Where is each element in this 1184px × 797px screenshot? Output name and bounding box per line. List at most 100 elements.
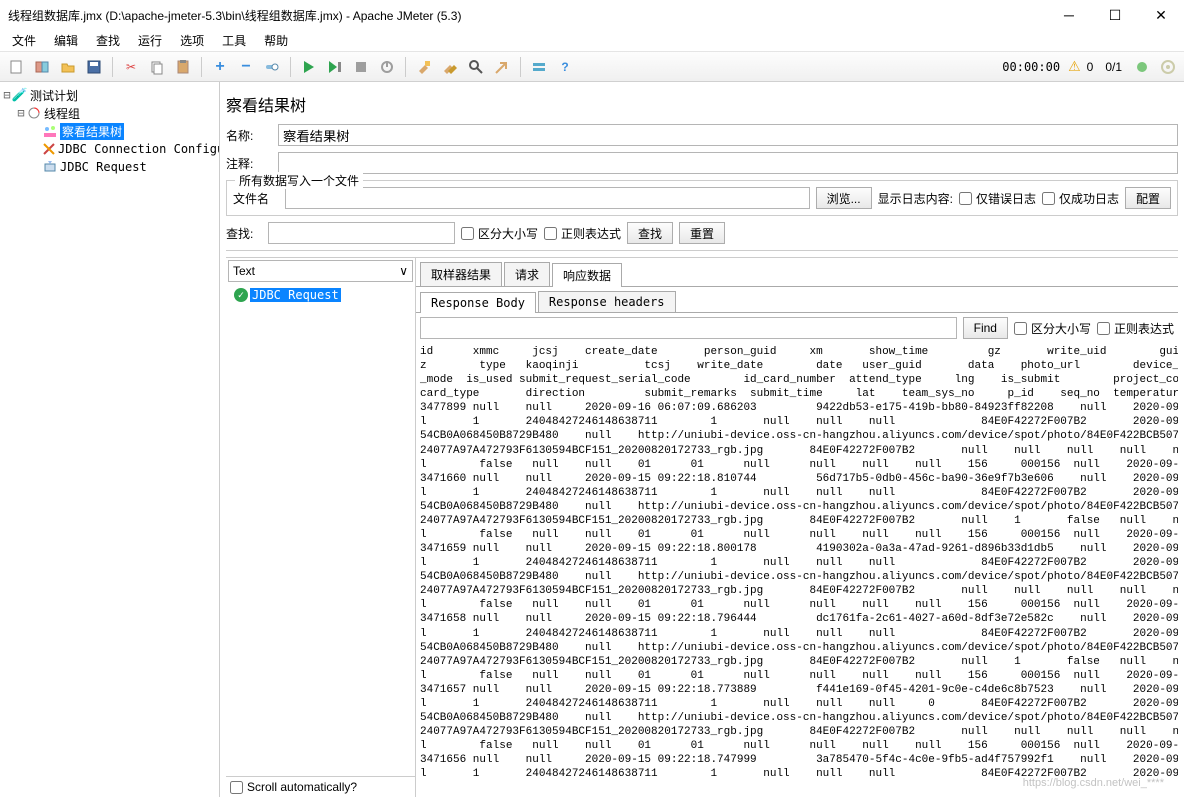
start-no-pause-button[interactable] [323, 55, 347, 79]
elapsed-timer: 00:00:00 [996, 58, 1066, 76]
name-input[interactable] [278, 124, 1178, 146]
tab-response-data[interactable]: 响应数据 [552, 263, 622, 287]
find-input[interactable] [420, 317, 957, 339]
file-output-group: 所有数据写入一个文件 文件名 浏览... 显示日志内容: 仅错误日志 仅成功日志… [226, 180, 1178, 216]
menu-find[interactable]: 查找 [88, 30, 128, 51]
menubar: 文件 编辑 查找 运行 选项 工具 帮助 [0, 30, 1184, 52]
chevron-down-icon: ∨ [399, 264, 408, 278]
response-body-text[interactable]: id xmmc jcsj create_date person_guid xm … [416, 343, 1178, 797]
cut-button[interactable]: ✂ [119, 55, 143, 79]
comment-label: 注释: [226, 155, 272, 172]
warning-icon[interactable]: ⚠ [1068, 58, 1081, 75]
result-list[interactable]: ✓ JDBC Request [226, 284, 415, 776]
tree-jdbc-connection[interactable]: JDBC Connection Configur [2, 140, 217, 158]
threadgroup-icon [26, 105, 42, 121]
start-button[interactable] [297, 55, 321, 79]
scroll-auto-checkbox[interactable]: Scroll automatically? [226, 776, 415, 797]
main-area: ⊟🧪 测试计划 ⊟ 线程组 察看结果树 JDBC Connection Conf… [0, 82, 1184, 797]
find-button[interactable]: Find [963, 317, 1008, 339]
reset-button[interactable]: 重置 [679, 222, 725, 244]
find-regex-checkbox[interactable]: 正则表达式 [1097, 320, 1174, 337]
clear-button[interactable] [412, 55, 436, 79]
config-button[interactable]: 配置 [1125, 187, 1171, 209]
exec-indicator-icon [1130, 55, 1154, 79]
minimize-button[interactable]: ─ [1046, 0, 1092, 30]
test-plan-tree[interactable]: ⊟🧪 测试计划 ⊟ 线程组 察看结果树 JDBC Connection Conf… [0, 82, 220, 797]
subtab-response-body[interactable]: Response Body [420, 292, 536, 313]
add-button[interactable]: + [208, 55, 232, 79]
search-case-checkbox[interactable]: 区分大小写 [461, 225, 538, 242]
menu-run[interactable]: 运行 [130, 30, 170, 51]
panel-title: 察看结果树 [226, 88, 1178, 124]
paste-button[interactable] [171, 55, 195, 79]
success-icon: ✓ [234, 288, 248, 302]
browse-button[interactable]: 浏览... [816, 187, 872, 209]
window-title: 线程组数据库.jmx (D:\apache-jmeter-5.3\bin\线程组… [8, 7, 461, 24]
thread-ratio: 0/1 [1099, 60, 1128, 74]
tree-root[interactable]: ⊟🧪 测试计划 [2, 86, 217, 104]
comment-input[interactable] [278, 152, 1178, 174]
search-button-panel[interactable]: 查找 [627, 222, 673, 244]
results-tree-icon [42, 123, 58, 139]
file-label: 文件名 [233, 190, 279, 207]
new-button[interactable] [4, 55, 28, 79]
reset-search-button[interactable] [490, 55, 514, 79]
only-error-checkbox[interactable]: 仅错误日志 [959, 190, 1036, 207]
templates-button[interactable] [30, 55, 54, 79]
result-item[interactable]: ✓ JDBC Request [228, 286, 413, 304]
subtab-response-headers[interactable]: Response headers [538, 291, 676, 312]
gc-icon[interactable] [1156, 55, 1180, 79]
response-subtabs: Response Body Response headers [416, 287, 1178, 313]
titlebar: 线程组数据库.jmx (D:\apache-jmeter-5.3\bin\线程组… [0, 0, 1184, 30]
file-group-title: 所有数据写入一个文件 [235, 172, 363, 189]
window-buttons: ─ ☐ ✕ [1046, 0, 1184, 30]
separator [290, 57, 291, 77]
menu-file[interactable]: 文件 [4, 30, 44, 51]
open-button[interactable] [56, 55, 80, 79]
separator [520, 57, 521, 77]
separator [405, 57, 406, 77]
separator [112, 57, 113, 77]
testplan-icon: 🧪 [12, 87, 28, 103]
function-helper-button[interactable] [527, 55, 551, 79]
menu-options[interactable]: 选项 [172, 30, 212, 51]
shutdown-button[interactable] [375, 55, 399, 79]
editor-panel: 察看结果树 名称: 注释: 所有数据写入一个文件 文件名 浏览... 显示日志内… [220, 82, 1184, 797]
sampler-icon [42, 159, 58, 175]
name-label: 名称: [226, 127, 272, 144]
tree-threadgroup[interactable]: ⊟ 线程组 [2, 104, 217, 122]
stop-button[interactable] [349, 55, 373, 79]
tree-jdbc-request[interactable]: JDBC Request [2, 158, 217, 176]
find-row: Find 区分大小写 正则表达式 [416, 313, 1178, 343]
search-input[interactable] [268, 222, 455, 244]
result-tabs: 取样器结果 请求 响应数据 [416, 258, 1178, 287]
maximize-button[interactable]: ☐ [1092, 0, 1138, 30]
results-right-pane: 取样器结果 请求 响应数据 Response Body Response hea… [416, 258, 1178, 797]
clear-all-button[interactable] [438, 55, 462, 79]
show-log-label: 显示日志内容: [878, 190, 953, 207]
search-button[interactable] [464, 55, 488, 79]
only-ok-checkbox[interactable]: 仅成功日志 [1042, 190, 1119, 207]
find-case-checkbox[interactable]: 区分大小写 [1014, 320, 1091, 337]
search-label: 查找: [226, 225, 262, 242]
save-button[interactable] [82, 55, 106, 79]
menu-tools[interactable]: 工具 [214, 30, 254, 51]
file-input[interactable] [285, 187, 810, 209]
results-split: Text∨ ✓ JDBC Request Scroll automaticall… [226, 257, 1178, 797]
toggle-button[interactable] [260, 55, 284, 79]
help-button[interactable]: ? [553, 55, 577, 79]
close-button[interactable]: ✕ [1138, 0, 1184, 30]
tab-request[interactable]: 请求 [504, 262, 550, 286]
menu-edit[interactable]: 编辑 [46, 30, 86, 51]
config-icon [42, 141, 56, 157]
search-regex-checkbox[interactable]: 正则表达式 [544, 225, 621, 242]
tab-sampler-result[interactable]: 取样器结果 [420, 262, 502, 286]
warning-count: 0 [1083, 60, 1098, 74]
remove-button[interactable]: − [234, 55, 258, 79]
renderer-combo[interactable]: Text∨ [228, 260, 413, 282]
copy-button[interactable] [145, 55, 169, 79]
tree-view-results[interactable]: 察看结果树 [2, 122, 217, 140]
menu-help[interactable]: 帮助 [256, 30, 296, 51]
watermark: https://blog.csdn.net/wei_**** [1023, 777, 1164, 789]
results-left-pane: Text∨ ✓ JDBC Request Scroll automaticall… [226, 258, 416, 797]
